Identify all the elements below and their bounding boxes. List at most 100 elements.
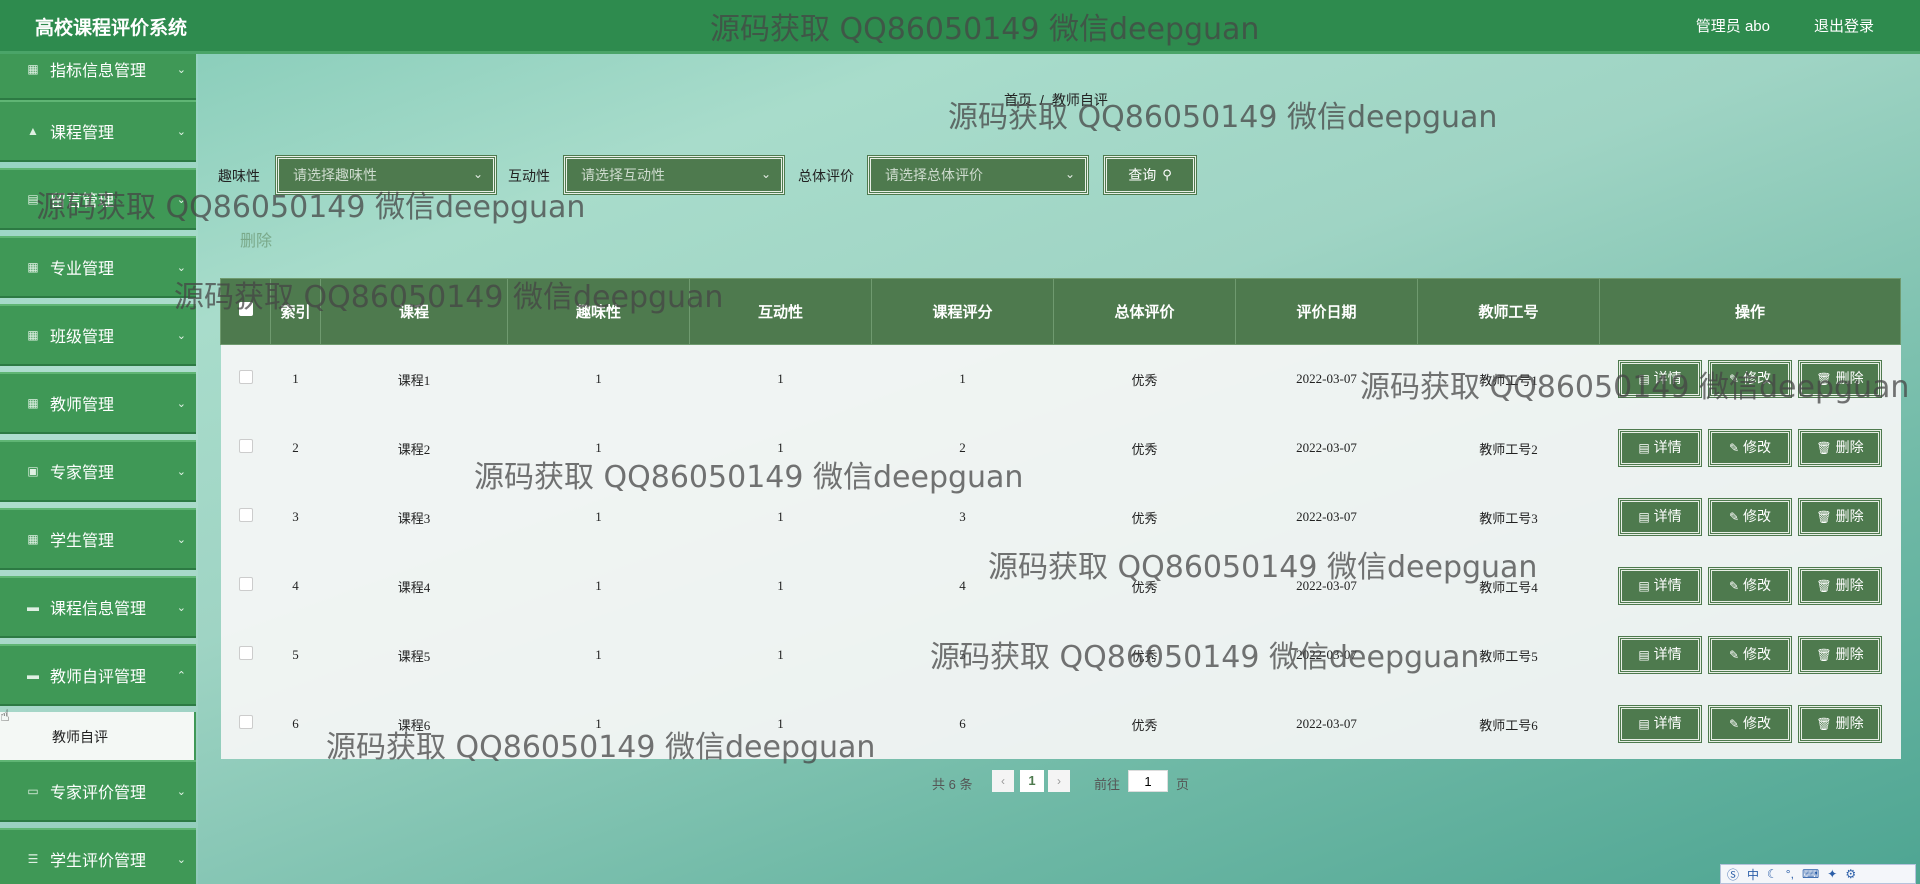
doc-icon: ▤ [1638,717,1650,731]
table-row: 5 课程5 1 1 5 优秀 2022-03-07 教师工号5 ▤ 详情 ✎ 修改 🗑 删除 [220,620,1901,690]
goto-page-input[interactable] [1128,770,1168,792]
column-header[interactable]: 互动性 [689,278,872,345]
trash-icon: 🗑 [1816,441,1832,455]
batch-delete-button[interactable]: 删除 [240,227,272,251]
cell-interaction: 1 [689,413,872,483]
sidebar-item-course[interactable]: ▲ 课程管理 ⌄ [0,100,196,162]
row-checkbox[interactable] [238,577,253,591]
column-header[interactable]: 课程 [320,278,508,345]
toolbox-icon[interactable]: ✦ [1827,867,1837,881]
row-checkbox[interactable] [238,508,253,522]
trash-icon: 🗑 [1816,510,1832,524]
row-checkbox[interactable] [238,370,253,385]
delete-button[interactable]: 🗑 删除 [1798,705,1882,743]
chevron-down-icon: ⌄ [176,397,186,410]
prev-page-button[interactable]: ‹ [992,770,1014,792]
ime-toolbar[interactable]: Ⓢ 中 ☾ °, ⌨ ✦ ⚙ [1720,864,1916,884]
cell-course: 课程3 [320,482,508,552]
chevron-down-icon: ⌄ [472,167,483,181]
table-row: 6 课程6 1 1 6 优秀 2022-03-07 教师工号6 ▤ 详情 ✎ 修改 🗑 删除 [220,689,1901,759]
interest-select[interactable]: 请选择趣味性 ⌄ [275,155,497,195]
sidebar-item-message[interactable]: ▤ 留言管理 ⌄ [0,168,196,230]
next-page-button[interactable]: › [1048,770,1070,792]
sidebar-item-label: 教师管理 [50,397,115,414]
column-header[interactable]: 索引 [270,278,321,345]
cell-overall: 优秀 [1053,620,1236,690]
detail-button-label: 详情 [1653,441,1682,456]
sidebar-item-expert[interactable]: ▣ 专家管理 ⌄ [0,440,196,502]
detail-button[interactable]: ▤ 详情 [1618,636,1702,674]
edit-button[interactable]: ✎ 修改 [1708,498,1792,536]
query-button[interactable]: 查询 ⚲ [1103,155,1197,195]
row-checkbox[interactable] [238,646,253,660]
row-actions: ▤ 详情 ✎ 修改 🗑 删除 [1599,551,1901,621]
delete-button[interactable]: 🗑 删除 [1798,567,1882,605]
breadcrumb-home[interactable]: 首页 [1004,92,1032,108]
sidebar-item-label: 教师自评管理 [50,669,147,686]
cell-course: 课程2 [320,413,508,483]
punctuation-icon[interactable]: °, [1786,867,1794,881]
sidebar-item-course-info[interactable]: ▬ 课程信息管理 ⌄ [0,576,196,638]
edit-button[interactable]: ✎ 修改 [1708,636,1792,674]
row-actions: ▤ 详情 ✎ 修改 🗑 删除 [1599,482,1901,552]
row-checkbox[interactable] [238,439,253,453]
breadcrumb: 首页 / 教师自评 [1004,90,1108,110]
delete-button[interactable]: 🗑 删除 [1798,360,1882,399]
settings-icon[interactable]: ⚙ [1845,867,1856,881]
detail-button[interactable]: ▤ 详情 [1618,429,1702,467]
cell-date: 2022-03-07 [1235,620,1418,690]
edit-button[interactable]: ✎ 修改 [1708,360,1792,399]
ime-mode[interactable]: 中 [1747,866,1759,883]
chevron-up-icon: ⌃ [176,669,186,682]
delete-button[interactable]: 🗑 删除 [1798,498,1882,536]
breadcrumb-current: 教师自评 [1051,92,1108,108]
current-user: 管理员 abo [1695,18,1770,35]
edit-button[interactable]: ✎ 修改 [1708,429,1792,467]
edit-button-label: 修改 [1743,372,1772,388]
detail-button[interactable]: ▤ 详情 [1618,567,1702,605]
sidebar-item-teacher-self-eval[interactable]: ▬ 教师自评管理 ⌃ [0,644,196,706]
logout-link[interactable]: 退出登录 [1814,15,1874,36]
moon-icon[interactable]: ☾ [1767,867,1778,881]
sidebar-item-expert-eval[interactable]: ▭ 专家评价管理 ⌄ [0,760,196,822]
edit-button[interactable]: ✎ 修改 [1708,705,1792,743]
sidebar-item-major[interactable]: ▦ 专业管理 ⌄ [0,236,196,298]
sidebar-subitem-teacher-self-eval[interactable]: 教师自评 [0,712,196,762]
detail-button[interactable]: ▤ 详情 [1618,360,1702,399]
cell-interaction: 1 [689,482,872,552]
cell-score: 6 [871,689,1054,759]
delete-button[interactable]: 🗑 删除 [1798,429,1882,467]
chevron-down-icon: ⌄ [1064,167,1075,181]
interaction-select[interactable]: 请选择互动性 ⌄ [563,155,785,195]
detail-button-label: 详情 [1653,510,1682,525]
sidebar-item-student-eval[interactable]: ☰ 学生评价管理 ⌄ [0,828,196,884]
cell-overall: 优秀 [1053,551,1236,621]
column-header[interactable]: 课程评分 [871,278,1054,345]
column-header[interactable]: 教师工号 [1417,278,1600,345]
edit-button-label: 修改 [1743,441,1772,456]
sidebar-item-student[interactable]: ▦ 学生管理 ⌄ [0,508,196,570]
edit-button-label: 修改 [1743,717,1772,732]
row-checkbox[interactable] [238,715,253,729]
column-header[interactable]: 评价日期 [1235,278,1418,345]
keyboard-icon[interactable]: ⌨ [1802,867,1819,881]
cell-score: 3 [871,482,1054,552]
grid-icon: ▦ [27,396,39,410]
detail-button[interactable]: ▤ 详情 [1618,498,1702,536]
page-number[interactable]: 1 [1020,770,1044,792]
chat-icon: ▭ [27,784,39,798]
sidebar-item-class[interactable]: ▦ 班级管理 ⌄ [0,304,196,366]
interaction-filter-label: 互动性 [508,168,550,184]
detail-button[interactable]: ▤ 详情 [1618,705,1702,743]
pagination-total: 共 6 条 [932,777,973,792]
sidebar-item-teacher[interactable]: ▦ 教师管理 ⌄ [0,372,196,434]
overall-select[interactable]: 请选择总体评价 ⌄ [867,155,1089,195]
delete-button[interactable]: 🗑 删除 [1798,636,1882,674]
top-bar: 高校课程评价系统 管理员 abo 退出登录 [0,0,1920,54]
sidebar-item-indicator[interactable]: ▦ 指标信息管理 ⌄ [0,54,196,100]
select-all-checkbox[interactable] [238,302,253,316]
column-header[interactable]: 总体评价 [1053,278,1236,345]
table-row: 3 课程3 1 1 3 优秀 2022-03-07 教师工号3 ▤ 详情 ✎ 修改 🗑 删除 [220,482,1901,552]
edit-button[interactable]: ✎ 修改 [1708,567,1792,605]
column-header[interactable]: 趣味性 [507,278,690,345]
